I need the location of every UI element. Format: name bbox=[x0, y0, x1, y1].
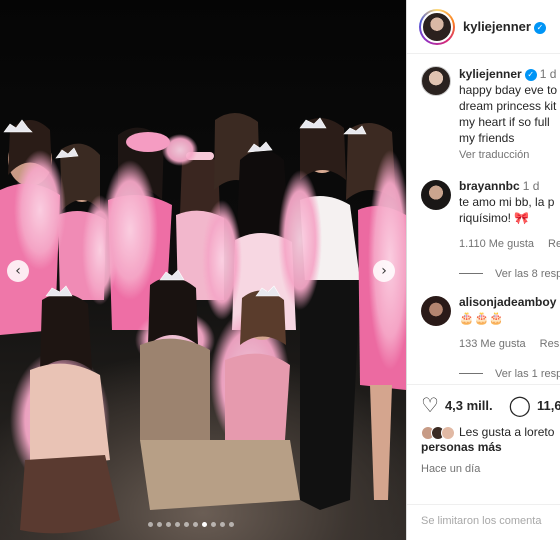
slide-dot bbox=[229, 522, 234, 527]
slide-indicator bbox=[148, 522, 234, 527]
slide-dot bbox=[157, 522, 162, 527]
author-username[interactable]: kyliejenner ✓ bbox=[463, 19, 546, 34]
slide-dot bbox=[211, 522, 216, 527]
caption-time: 1 d bbox=[539, 67, 557, 81]
slide-dot bbox=[202, 522, 207, 527]
next-slide-button[interactable]: › bbox=[373, 260, 395, 282]
caption-avatar[interactable] bbox=[421, 66, 451, 96]
post-photo[interactable]: ‹ › bbox=[0, 0, 406, 540]
commenter-username[interactable]: brayannbc bbox=[459, 179, 520, 193]
comments-list[interactable]: kyliejenner ✓ 1 d happy bday eve to dream … bbox=[407, 54, 560, 384]
commenter-avatar[interactable] bbox=[421, 180, 451, 210]
liked-by-line1[interactable]: Les gusta a loreto bbox=[459, 425, 554, 439]
caption-line: happy bday eve to bbox=[459, 83, 558, 97]
reply-button[interactable]: Resp bbox=[540, 338, 560, 350]
slide-dot bbox=[193, 522, 198, 527]
comment-bubble-icon[interactable]: ◯ bbox=[509, 393, 531, 417]
post-actions: ♡ 4,3 mill. ◯ 11,6 Les gusta a loreto pe… bbox=[407, 384, 560, 504]
verified-badge-icon: ✓ bbox=[533, 22, 546, 34]
comment-text: 🎂🎂🎂 bbox=[459, 311, 504, 325]
front-row-people bbox=[20, 277, 300, 534]
caption-username[interactable]: kyliejenner bbox=[459, 67, 522, 81]
comment-text: riquísimo! 🎀 bbox=[459, 211, 530, 225]
translate-link[interactable]: Ver traducción bbox=[459, 149, 529, 161]
liked-by-line2[interactable]: personas más bbox=[421, 440, 502, 454]
prev-slide-button[interactable]: ‹ bbox=[7, 260, 29, 282]
commenter-avatar[interactable] bbox=[421, 296, 451, 326]
post-sidebar: kyliejenner ✓ kyliejenner ✓ 1 d happy bday … bbox=[406, 0, 560, 540]
view-replies-button[interactable]: Ver las 1 respu bbox=[459, 368, 560, 380]
comment-text: te amo mi bb, la p bbox=[459, 195, 555, 209]
caption-line: dream princess kit bbox=[459, 99, 557, 113]
like-count[interactable]: 4,3 mill. bbox=[445, 398, 493, 413]
comment-like-count[interactable]: 133 Me gusta bbox=[459, 338, 526, 350]
caption-line: my heart if so full bbox=[459, 115, 550, 129]
reply-button[interactable]: Resp bbox=[548, 238, 560, 250]
slide-dot bbox=[166, 522, 171, 527]
slide-dot bbox=[175, 522, 180, 527]
slide-dot bbox=[148, 522, 153, 527]
author-avatar[interactable] bbox=[419, 8, 455, 45]
party-photo-illustration bbox=[0, 112, 406, 534]
view-replies-button[interactable]: Ver las 8 respu bbox=[459, 268, 560, 280]
caption-line: my friends bbox=[459, 131, 515, 145]
comment-like-count[interactable]: 1.110 Me gusta bbox=[459, 238, 534, 250]
slide-dot bbox=[184, 522, 189, 527]
heart-icon[interactable]: ♡ bbox=[421, 393, 439, 417]
chevron-left-icon: ‹ bbox=[15, 263, 21, 279]
comments-limited-notice: Se limitaron los comenta bbox=[407, 504, 560, 540]
slide-dot bbox=[220, 522, 225, 527]
pink-feather-hat bbox=[126, 132, 170, 152]
comment-time: 1 d bbox=[522, 179, 540, 193]
liked-by: Les gusta a loreto personas más bbox=[421, 425, 560, 455]
comment-count[interactable]: 11,6 bbox=[537, 398, 560, 413]
post-timestamp[interactable]: Hace un día bbox=[421, 463, 480, 475]
post-header: kyliejenner ✓ bbox=[407, 0, 560, 54]
verified-badge-icon: ✓ bbox=[524, 69, 537, 81]
chevron-right-icon: › bbox=[381, 263, 387, 279]
liked-by-avatars bbox=[421, 425, 455, 440]
commenter-username[interactable]: alisonjadeamboy bbox=[459, 295, 556, 309]
